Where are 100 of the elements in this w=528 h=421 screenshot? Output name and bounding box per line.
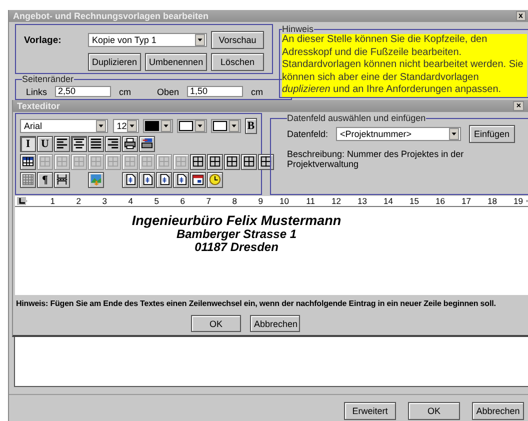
table-icon bbox=[39, 155, 51, 168]
border-picker[interactable] bbox=[210, 118, 241, 132]
template-button[interactable]: Löschen bbox=[211, 53, 264, 71]
print-button[interactable] bbox=[122, 136, 138, 152]
template-button[interactable]: Vorschau bbox=[211, 31, 264, 49]
table-icon bbox=[124, 155, 136, 168]
table-icon bbox=[141, 155, 153, 168]
ruler-number: 5 bbox=[153, 196, 160, 206]
dialog-button[interactable]: Abbrechen bbox=[250, 315, 300, 332]
table-icon bbox=[90, 155, 102, 168]
group-title: Seitenränder bbox=[22, 74, 74, 84]
hint-text: An dieser Stelle können Sie die Kopfzeile, den Adresskopf und die Fußzeile bearbeiten. Standardvorlagen können nicht bearbeitet werden. Sie können sich aber eine der Standardvorlagen duplizieren und an Ihre Anforderungen anpassen. bbox=[282, 34, 527, 97]
dialog-button[interactable]: OK bbox=[191, 315, 241, 332]
document-area[interactable]: Ingenieurbüro Felix Mustermann Bamberger Strasse 1 01187 Dresden bbox=[15, 206, 528, 295]
field-button[interactable] bbox=[139, 172, 155, 188]
grid-icon bbox=[22, 173, 34, 186]
align-left-button[interactable] bbox=[54, 136, 70, 152]
size-dropdown[interactable]: 12 bbox=[112, 118, 139, 132]
table-button[interactable] bbox=[20, 154, 36, 170]
ruler-number: 4 bbox=[127, 196, 134, 206]
format-button[interactable]: U bbox=[37, 136, 53, 152]
format-button[interactable]: ¶ bbox=[37, 172, 53, 188]
page-break-button[interactable] bbox=[54, 172, 70, 188]
template-dropdown[interactable]: Kopie von Typ 1 bbox=[88, 33, 208, 47]
table-icon bbox=[158, 155, 170, 168]
ruler-number: 8 bbox=[231, 196, 238, 206]
ruler-number: 2 bbox=[75, 196, 82, 206]
clock-icon bbox=[209, 173, 221, 186]
ruler-number: 1 bbox=[49, 196, 56, 206]
page-break-icon bbox=[56, 173, 68, 186]
ruler-number: 3 bbox=[101, 196, 108, 206]
calendar-icon bbox=[192, 173, 204, 186]
table-icon bbox=[56, 155, 68, 168]
ruler-number: 18 bbox=[486, 196, 498, 206]
document-line: Bamberger Strasse 1 bbox=[176, 228, 297, 241]
table-button[interactable] bbox=[207, 154, 223, 170]
ruler-number: 13 bbox=[356, 196, 368, 206]
align-center-button[interactable] bbox=[71, 136, 87, 152]
template-button[interactable]: Umbenennen bbox=[145, 53, 208, 71]
group-title: Datenfeld auswählen und einfügen bbox=[287, 113, 426, 123]
font-dropdown[interactable]: Arial bbox=[20, 118, 108, 132]
dialog-button[interactable]: Abbrechen bbox=[472, 402, 524, 420]
dialog-button[interactable]: OK bbox=[408, 402, 460, 420]
table-icon bbox=[107, 155, 119, 168]
clock-button[interactable] bbox=[207, 172, 223, 188]
ruler-number: 9 bbox=[257, 196, 264, 206]
table-icon bbox=[243, 155, 255, 168]
align-left-icon bbox=[56, 137, 68, 150]
ruler-number: 10 bbox=[278, 196, 290, 206]
table-icon bbox=[73, 155, 85, 168]
format-button[interactable]: I bbox=[20, 136, 36, 152]
image-icon bbox=[90, 173, 102, 186]
document-line: Ingenieurbüro Felix Mustermann bbox=[132, 213, 342, 228]
image-button[interactable] bbox=[88, 172, 104, 188]
margin-input[interactable]: 2,50 bbox=[55, 86, 112, 97]
table-icon bbox=[260, 155, 272, 168]
table-button[interactable] bbox=[190, 154, 206, 170]
description-text: Beschreibung: Nummer des Projektes in der Projektverwaltung bbox=[287, 149, 465, 169]
ruler-number: 12 bbox=[330, 196, 342, 206]
bold-button[interactable]: B bbox=[244, 118, 257, 134]
field-button[interactable] bbox=[122, 172, 138, 188]
table-icon bbox=[226, 155, 238, 168]
field-label: Links bbox=[26, 86, 48, 96]
text-area[interactable] bbox=[14, 335, 528, 387]
ruler-number: 16 bbox=[434, 196, 446, 206]
unit-label: cm bbox=[251, 86, 264, 96]
template-button[interactable]: Duplizieren bbox=[88, 53, 142, 71]
datafield-dropdown[interactable]: <Projektnummer> bbox=[336, 127, 462, 141]
table-icon bbox=[192, 155, 204, 168]
field-icon bbox=[141, 173, 153, 186]
tab-stop-icon[interactable] bbox=[17, 197, 26, 205]
calendar-button[interactable] bbox=[190, 172, 206, 188]
group-title: Hinweis bbox=[282, 24, 314, 34]
fill-color-picker[interactable] bbox=[176, 118, 207, 132]
ruler-number: 15 bbox=[408, 196, 420, 206]
align-justify-button[interactable] bbox=[88, 136, 104, 152]
table-button[interactable] bbox=[224, 154, 240, 170]
field-button[interactable] bbox=[156, 172, 172, 188]
window-title: Angebot- und Rechnungsvorlagen bearbeiten bbox=[13, 11, 209, 21]
ruler-number: 11 bbox=[305, 196, 316, 206]
field-button[interactable] bbox=[173, 172, 189, 188]
ruler-number: 17 bbox=[460, 196, 472, 206]
align-right-button[interactable] bbox=[105, 136, 121, 152]
template-label: Vorlage: bbox=[24, 34, 62, 46]
document-line: 01187 Dresden bbox=[194, 241, 278, 254]
grid-button[interactable] bbox=[20, 172, 36, 188]
close-button[interactable]: x bbox=[516, 11, 526, 21]
insert-button[interactable]: Einfügen bbox=[469, 125, 515, 143]
align-center-icon bbox=[73, 137, 85, 150]
table-button[interactable] bbox=[241, 154, 257, 170]
margin-input[interactable]: 1,50 bbox=[187, 86, 244, 97]
field-icon bbox=[124, 173, 136, 186]
note-text: Hinweis: Fügen Sie am Ende des Textes einen Zeilenwechsel ein, wenn der nachfolgende Eintrag in ein neuer Zeile beginnen soll. bbox=[15, 298, 497, 308]
close-button[interactable]: × bbox=[513, 101, 524, 111]
table-button[interactable] bbox=[258, 154, 274, 170]
dialog-button[interactable]: Erweitert bbox=[344, 402, 396, 420]
align-right-icon bbox=[107, 137, 119, 150]
ruler-number: 6 bbox=[179, 196, 186, 206]
print-icon bbox=[124, 137, 136, 150]
text-color-picker[interactable] bbox=[142, 118, 173, 132]
